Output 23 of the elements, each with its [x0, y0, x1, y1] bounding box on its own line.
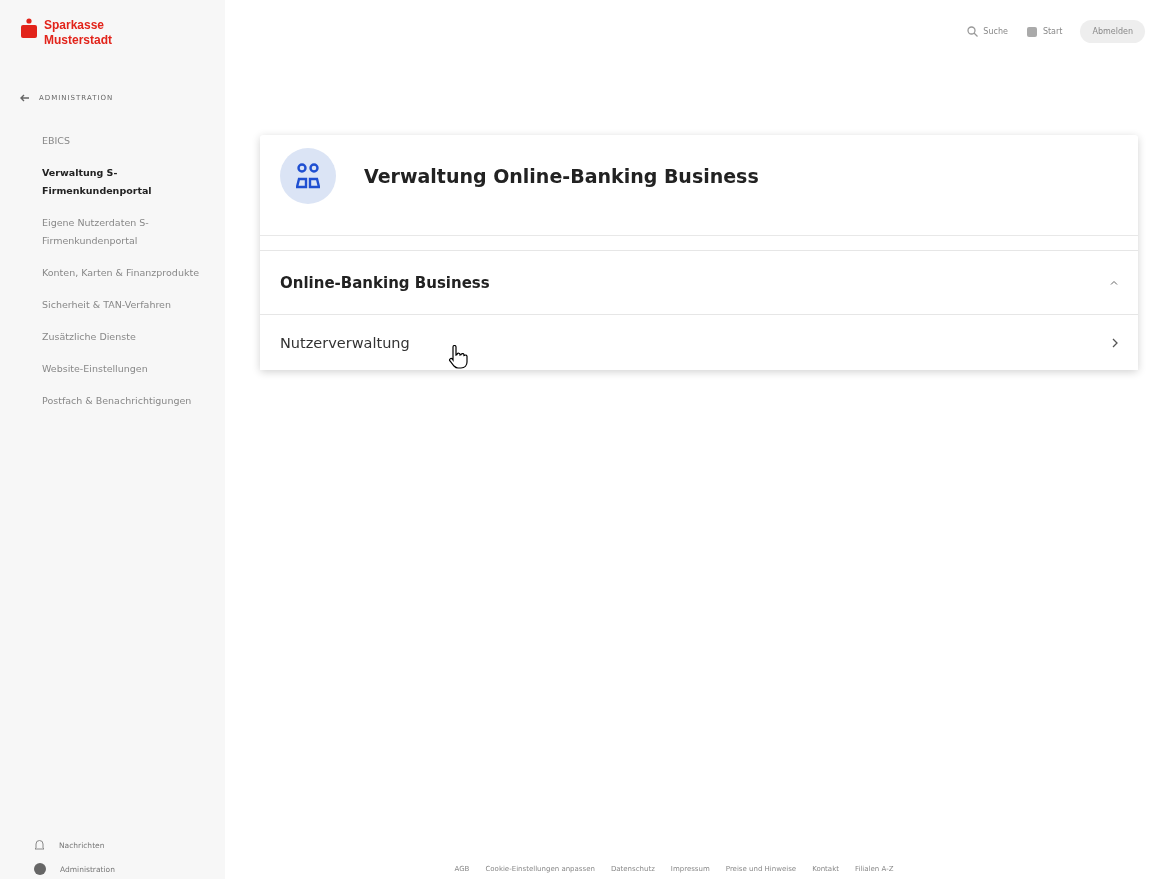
- logout-button[interactable]: Abmelden: [1080, 19, 1145, 43]
- brand-name: Sparkasse Musterstadt: [44, 18, 112, 48]
- hand-cursor-icon: [448, 345, 468, 369]
- bell-icon: [34, 839, 45, 851]
- home-link[interactable]: Start: [1025, 25, 1063, 37]
- sidebar-item[interactable]: Konten, Karten & Finanzprodukte: [42, 264, 205, 282]
- list-row[interactable]: Nutzerverwaltung: [260, 315, 1138, 370]
- sidebar-item[interactable]: Postfach & Benachrichtigungen: [42, 392, 205, 410]
- sidebar-item[interactable]: Sicherheit & TAN-Verfahren: [42, 296, 205, 314]
- back-arrow-icon: [20, 94, 29, 102]
- sidebar-item[interactable]: Website-Einstellungen: [42, 360, 205, 378]
- card-title: Verwaltung Online-Banking Business: [364, 165, 759, 187]
- sparkasse-logo-icon: [20, 18, 38, 38]
- chevron-right-icon: [1112, 337, 1118, 348]
- sidebar-item[interactable]: Eigene Nutzerdaten S-Firmenkundenportal: [42, 214, 205, 250]
- sidebar-item[interactable]: Zusätzliche Dienste: [42, 328, 205, 346]
- chevron-up-icon: [1110, 280, 1118, 285]
- sidebar-item[interactable]: Verwaltung S-Firmenkundenportal: [42, 164, 205, 200]
- section-header[interactable]: Online-Banking Business: [260, 251, 1138, 315]
- users-icon: [296, 163, 320, 189]
- search-link[interactable]: Suche: [967, 25, 1008, 37]
- sidebar-item[interactable]: EBICS: [42, 132, 205, 150]
- search-icon: [967, 25, 979, 37]
